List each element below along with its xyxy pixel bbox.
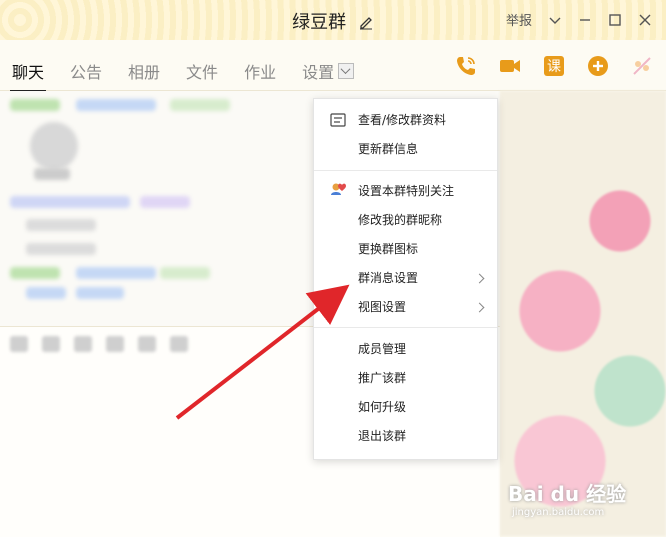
blurred-text xyxy=(76,267,156,279)
blurred-text xyxy=(10,267,60,279)
toolbar-icon[interactable] xyxy=(138,336,156,352)
video-icon[interactable] xyxy=(498,54,522,78)
menu-item-message-settings[interactable]: 群消息设置 xyxy=(358,268,418,288)
blurred-text xyxy=(26,287,66,299)
blurred-text xyxy=(26,219,96,231)
close-icon[interactable] xyxy=(638,13,652,27)
toolbar-icon[interactable] xyxy=(74,336,92,352)
menu-item-view-settings[interactable]: 视图设置 xyxy=(358,297,406,317)
background-decoration xyxy=(500,91,666,536)
blurred-text xyxy=(10,99,60,111)
input-toolbar xyxy=(10,336,188,352)
maximize-icon[interactable] xyxy=(608,13,622,27)
blurred-text xyxy=(170,99,230,111)
toolbar-icon[interactable] xyxy=(106,336,124,352)
chevron-down-icon[interactable] xyxy=(338,63,355,79)
tab-settings-label: 设置 xyxy=(302,63,335,82)
baidu-watermark: Bai du 经验 jingyan.baidu.com xyxy=(508,482,627,518)
special-follow-icon xyxy=(331,183,346,195)
menu-item-promote-group[interactable]: 推广该群 xyxy=(358,368,406,388)
window-title: 绿豆群 xyxy=(292,12,347,33)
add-icon[interactable] xyxy=(586,54,610,78)
menu-divider xyxy=(314,170,497,171)
blurred-text xyxy=(10,196,130,208)
blurred-text xyxy=(34,168,70,180)
menu-item-update-group-info[interactable]: 更新群信息 xyxy=(358,139,418,159)
title-bar: 绿豆群 举报 xyxy=(0,0,666,40)
avatar[interactable] xyxy=(30,122,78,170)
blurred-text xyxy=(76,99,156,111)
more-icon[interactable] xyxy=(630,54,654,78)
menu-item-how-to-upgrade[interactable]: 如何升级 xyxy=(358,397,406,417)
menu-item-special-follow[interactable]: 设置本群特别关注 xyxy=(358,181,454,201)
toolbar-icon[interactable] xyxy=(10,336,28,352)
svg-text:课: 课 xyxy=(547,59,561,75)
menu-item-view-edit-group-info[interactable]: 查看/修改群资料 xyxy=(358,110,446,130)
toolbar-icon[interactable] xyxy=(42,336,60,352)
chevron-right-icon xyxy=(474,302,485,313)
tab-homework[interactable]: 作业 xyxy=(244,59,276,83)
tab-settings[interactable]: 设置 xyxy=(302,59,355,83)
course-icon[interactable]: 课 xyxy=(542,54,566,78)
menu-item-exit-group[interactable]: 退出该群 xyxy=(358,426,406,446)
toolbar-icon[interactable] xyxy=(170,336,188,352)
blurred-text xyxy=(26,243,96,255)
tab-announcement[interactable]: 公告 xyxy=(70,59,102,83)
report-link[interactable]: 举报 xyxy=(506,10,532,29)
phone-icon[interactable] xyxy=(454,54,478,78)
tab-files[interactable]: 文件 xyxy=(186,59,218,83)
tab-bar: 聊天 公告 相册 文件 作业 设置 课 xyxy=(0,40,666,93)
menu-divider xyxy=(314,327,497,328)
menu-item-member-management[interactable]: 成员管理 xyxy=(358,339,406,359)
tab-album[interactable]: 相册 xyxy=(128,59,160,83)
blurred-text xyxy=(76,287,124,299)
blurred-text xyxy=(140,196,190,208)
profile-card-icon xyxy=(330,113,346,127)
chevron-right-icon xyxy=(474,273,485,284)
edit-icon[interactable] xyxy=(358,14,374,30)
menu-item-edit-nickname[interactable]: 修改我的群昵称 xyxy=(358,210,442,230)
settings-dropdown-menu: 查看/修改群资料 更新群信息 设置本群特别关注 修改我的群昵称 更换群图标 群消… xyxy=(313,98,498,460)
chevron-down-icon[interactable] xyxy=(548,13,562,27)
blurred-text xyxy=(160,267,210,279)
menu-item-change-group-icon[interactable]: 更换群图标 xyxy=(358,239,418,259)
tab-chat[interactable]: 聊天 xyxy=(9,59,47,93)
minimize-icon[interactable] xyxy=(578,13,592,27)
